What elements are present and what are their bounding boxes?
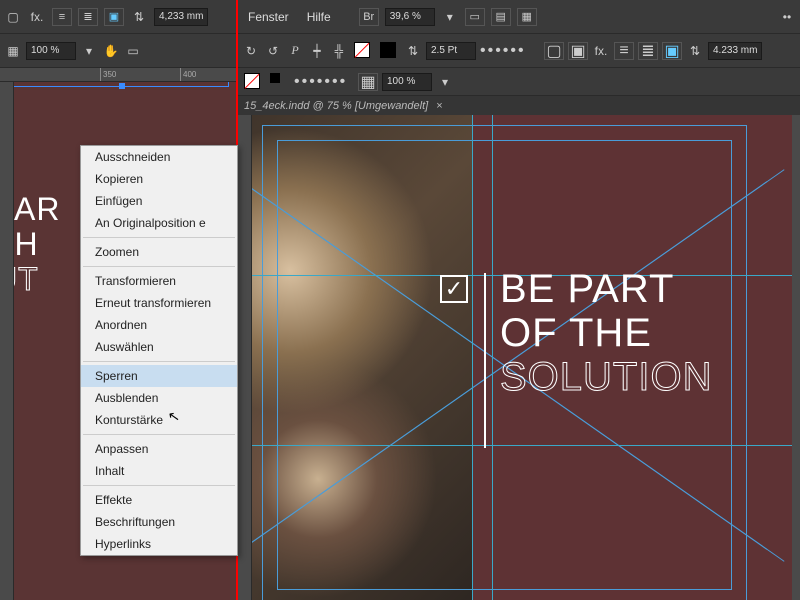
stroke-style-dots-2[interactable]: ••••••• [294, 75, 354, 89]
fx-label[interactable]: fx. [28, 8, 46, 26]
context-menu-item[interactable]: Auswählen [81, 336, 237, 358]
menu-hilfe[interactable]: Hilfe [301, 10, 337, 24]
wrap-icon-2[interactable]: ≣ [638, 42, 658, 60]
view-mode-icon[interactable]: ▭ [465, 8, 485, 26]
wrap-icon[interactable]: ≡ [614, 42, 634, 60]
document-tab[interactable]: 15_4eck.indd @ 75 % [Umgewandelt] × [238, 96, 800, 116]
context-menu-item[interactable]: Hyperlinks [81, 533, 237, 555]
toolbar-row-3-right: ••••••• ▦ 100 % ▾ [238, 68, 800, 96]
corner-icon[interactable]: ▢ [544, 42, 564, 60]
align-icon[interactable]: ╬ [330, 42, 348, 60]
context-menu-item[interactable]: Konturstärke [81, 409, 237, 431]
zoom-field-right[interactable]: 100 % [382, 73, 432, 91]
slogan-text-right: BE PART OF THE SOLUTION [500, 267, 712, 399]
grid-icon[interactable]: ▦ [4, 42, 22, 60]
measure-field-right[interactable]: 4.233 mm [708, 42, 762, 60]
fx-label[interactable]: fx. [592, 42, 610, 60]
context-menu-item[interactable]: Transformieren [81, 270, 237, 292]
guide[interactable] [472, 115, 473, 600]
context-menu-item[interactable]: Zoomen [81, 241, 237, 263]
opacity-icon[interactable]: ▢ [4, 8, 22, 26]
stroke-swatch-2[interactable] [268, 71, 290, 93]
loop-icon-2[interactable]: ↺ [264, 42, 282, 60]
link-icon[interactable]: ⇅ [130, 8, 148, 26]
separator [83, 266, 235, 267]
menu-fenster[interactable]: Fenster [242, 10, 295, 24]
context-menu[interactable]: AusschneidenKopierenEinfügenAn Originalp… [80, 145, 238, 556]
canvas-right[interactable]: ✓ BE PART OF THE SOLUTION [252, 115, 800, 600]
context-menu-item[interactable]: Einfügen [81, 190, 237, 212]
p-icon[interactable]: P [286, 42, 304, 60]
distribute-icon[interactable]: ┿ [308, 42, 326, 60]
screen-mode-icon[interactable]: ▤ [491, 8, 511, 26]
separator [83, 237, 235, 238]
context-menu-item[interactable]: Anpassen [81, 438, 237, 460]
checkmark-box: ✓ [440, 275, 468, 303]
arrange-icon[interactable]: ▦ [517, 8, 537, 26]
frame-fit-icon[interactable]: ▣ [104, 8, 124, 26]
bridge-button[interactable]: Br [359, 8, 379, 26]
toolbar-row-1-left: ▢ fx. ≡ ≣ ▣ ⇅ 4,233 mm [0, 0, 236, 34]
chevron-down-icon[interactable]: ▾ [436, 73, 454, 91]
link-icon[interactable]: ⇅ [404, 42, 422, 60]
context-menu-item[interactable]: Ausblenden [81, 387, 237, 409]
separator [83, 485, 235, 486]
stroke-weight[interactable]: 2.5 Pt [426, 42, 476, 60]
context-menu-item[interactable]: An Originalposition e [81, 212, 237, 234]
context-menu-item[interactable]: Inhalt [81, 460, 237, 482]
context-menu-item[interactable]: Erneut transformieren [81, 292, 237, 314]
zoom-display[interactable]: 39,6 % [385, 8, 435, 26]
separator [83, 361, 235, 362]
fill-swatch-2[interactable] [242, 71, 264, 93]
align-icon[interactable]: ≡ [52, 8, 72, 26]
measure-field[interactable]: 4,233 mm [154, 8, 208, 26]
close-icon[interactable]: × [436, 100, 442, 112]
frame-fit-icon[interactable]: ▣ [662, 42, 682, 60]
context-menu-item[interactable]: Ausschneiden [81, 146, 237, 168]
zoom-field-left[interactable]: 100 % [26, 42, 76, 60]
hand-icon[interactable]: ✋ [102, 42, 120, 60]
selection-frame[interactable] [14, 82, 229, 87]
context-menu-item[interactable]: Beschriftungen [81, 511, 237, 533]
more-icon[interactable]: ▭ [124, 42, 142, 60]
slogan-text-left: PAR TH UT [14, 192, 60, 298]
context-menu-item[interactable]: Sperren [81, 365, 237, 387]
ruler-vertical-right [238, 115, 252, 600]
context-menu-item[interactable]: Anordnen [81, 314, 237, 336]
chevron-down-icon[interactable]: ▾ [80, 42, 98, 60]
grid-icon[interactable]: ▦ [358, 73, 378, 91]
guide[interactable] [252, 445, 792, 446]
link-icon[interactable]: ⇅ [686, 42, 704, 60]
context-menu-item[interactable]: Kopieren [81, 168, 237, 190]
stroke-style-dots[interactable]: •••••• [480, 44, 540, 58]
document-title: 15_4eck.indd @ 75 % [Umgewandelt] [244, 100, 428, 112]
toolbar-row-2-right: ↻ ↺ P ┿ ╬ ⇅ 2.5 Pt •••••• ▢ ▣ fx. ≡ ≣ ▣ … [238, 34, 800, 68]
page: ✓ BE PART OF THE SOLUTION [252, 115, 792, 600]
align-icon-2[interactable]: ≣ [78, 8, 98, 26]
ruler-vertical-left [0, 82, 14, 600]
stroke-swatch[interactable] [378, 40, 400, 62]
search-icon[interactable]: •• [778, 8, 796, 26]
ruler-horizontal-left: 350400 [0, 68, 236, 82]
guide[interactable] [492, 115, 493, 600]
loop-icon[interactable]: ↻ [242, 42, 260, 60]
context-menu-item[interactable]: Effekte [81, 489, 237, 511]
toolbar-row-2-left: ▦ 100 % ▾ ✋ ▭ [0, 34, 236, 68]
separator [83, 434, 235, 435]
right-instance: Fenster Hilfe Br 39,6 % ▾ ▭ ▤ ▦ •• ↻ ↺ P… [238, 0, 800, 600]
effects-icon[interactable]: ▣ [568, 42, 588, 60]
chevron-down-icon[interactable]: ▾ [441, 8, 459, 26]
fill-swatch[interactable] [352, 40, 374, 62]
vertical-rule [484, 273, 486, 448]
menubar-right: Fenster Hilfe Br 39,6 % ▾ ▭ ▤ ▦ •• [238, 0, 800, 34]
